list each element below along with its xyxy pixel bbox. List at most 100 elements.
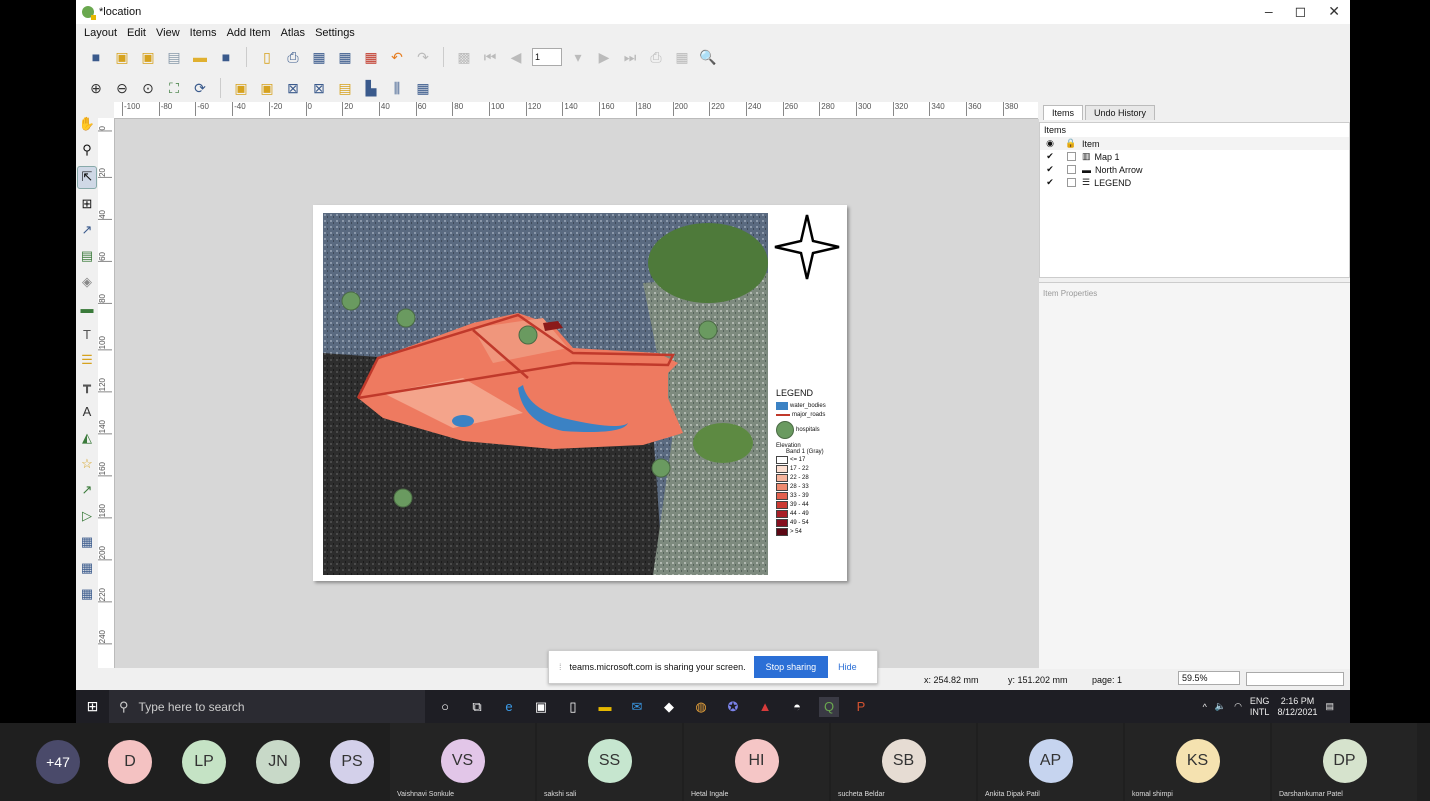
layout-canvas[interactable]: LEGEND water_bodies major_roads hospital…	[115, 119, 1039, 668]
visibility-check[interactable]: ✔	[1040, 151, 1060, 162]
visibility-check[interactable]: ✔	[1040, 177, 1060, 188]
list-item[interactable]: ✔ ☰ LEGEND	[1040, 176, 1349, 189]
mail-icon[interactable]: ✉	[627, 697, 647, 717]
edit-nodes-icon[interactable]: ↗	[78, 220, 96, 241]
add-html-icon[interactable]: ▦	[78, 531, 96, 552]
atlas-export-icon[interactable]: ▦	[672, 47, 692, 67]
participant-tile[interactable]: SS sakshi sali	[537, 723, 682, 801]
menu-layout[interactable]: Layout	[84, 27, 117, 39]
export-svg-icon[interactable]: ▦	[335, 47, 355, 67]
volume-icon[interactable]: 🔈	[1215, 701, 1226, 712]
feedback-icon[interactable]: ◆	[659, 697, 679, 717]
add-map-icon[interactable]: ▤	[78, 246, 96, 267]
wifi-icon[interactable]: ◠	[1234, 701, 1242, 712]
list-item[interactable]: ✔ ▬ North Arrow	[1040, 163, 1349, 176]
atlas-preview-icon[interactable]: ▩	[454, 47, 474, 67]
layout-manager-icon[interactable]: ▤	[164, 47, 184, 67]
tab-undo-history[interactable]: Undo History	[1085, 105, 1156, 120]
file-explorer-icon[interactable]: ▬	[595, 697, 615, 717]
previous-feature-icon[interactable]: ◀	[506, 47, 526, 67]
add-fixed-table-icon[interactable]: ▦	[78, 583, 96, 604]
lock-items-icon[interactable]: ▣	[231, 78, 251, 98]
cortana-icon[interactable]: ○	[435, 697, 455, 717]
lock-checkbox[interactable]	[1066, 165, 1076, 174]
add-north-arrow-icon[interactable]: A	[78, 401, 96, 422]
unlock-items-icon[interactable]: ▣	[257, 78, 277, 98]
dropdown-icon[interactable]: ▾	[568, 47, 588, 67]
app-icon[interactable]: ▲	[755, 697, 775, 717]
menu-items[interactable]: Items	[190, 27, 217, 39]
maximize-button[interactable]: ◻	[1295, 3, 1307, 20]
refresh-icon[interactable]: ⟳	[190, 78, 210, 98]
stop-sharing-button[interactable]: Stop sharing	[753, 656, 829, 678]
first-feature-icon[interactable]: ⏮	[480, 47, 500, 67]
windows-start-icon[interactable]: ⊞	[76, 698, 109, 715]
ungroup-items-icon[interactable]: ⊠	[309, 78, 329, 98]
map-item[interactable]	[323, 213, 768, 575]
menu-settings[interactable]: Settings	[315, 27, 355, 39]
print-icon[interactable]: ⎙	[283, 47, 303, 67]
more-participants[interactable]: +47	[36, 740, 80, 784]
participant-tile[interactable]: VS Vaishnavi Sonkule	[390, 723, 535, 801]
atlas-print-icon[interactable]: ⎙	[646, 47, 666, 67]
add-polygon-icon[interactable]: ▷	[78, 505, 96, 526]
add-3d-map-icon[interactable]: ◈	[78, 272, 96, 293]
resize-items-icon[interactable]: ▦	[413, 78, 433, 98]
move-content-icon[interactable]: ⊞	[78, 194, 96, 215]
tab-items[interactable]: Items	[1043, 105, 1084, 120]
avatar[interactable]: PS	[330, 740, 374, 784]
participant-tile[interactable]: KS komal shimpi	[1125, 723, 1270, 801]
visibility-check[interactable]: ✔	[1040, 164, 1060, 175]
clock[interactable]: 2:16 PM 8/12/2021	[1277, 696, 1317, 718]
open-template-icon[interactable]: ▬	[190, 47, 210, 67]
hide-button[interactable]: Hide	[838, 662, 857, 672]
layout-page[interactable]: LEGEND water_bodies major_roads hospital…	[313, 205, 847, 581]
align-items-icon[interactable]: ▙	[361, 78, 381, 98]
group-items-icon[interactable]: ⊠	[283, 78, 303, 98]
add-attribute-table-icon[interactable]: ▦	[78, 557, 96, 578]
menu-add-item[interactable]: Add Item	[227, 27, 271, 39]
minimize-button[interactable]: –	[1265, 3, 1273, 20]
menu-edit[interactable]: Edit	[127, 27, 146, 39]
new-layout-icon[interactable]: ▣	[112, 47, 132, 67]
save-template-icon[interactable]: ■	[216, 47, 236, 67]
list-item[interactable]: ✔ ▥ Map 1	[1040, 150, 1349, 163]
add-arrow-icon[interactable]: ↗	[78, 479, 96, 500]
avatar[interactable]: LP	[182, 740, 226, 784]
redo-icon[interactable]: ↷	[413, 47, 433, 67]
close-button[interactable]: ✕	[1328, 3, 1340, 20]
last-feature-icon[interactable]: ⏭	[620, 47, 640, 67]
save-icon[interactable]: ■	[86, 47, 106, 67]
lock-checkbox[interactable]	[1066, 152, 1076, 161]
teams-icon[interactable]: ✪	[723, 697, 743, 717]
tray-overflow-icon[interactable]: ^	[1203, 702, 1207, 712]
participant-tile[interactable]: HI Hetal Ingale	[684, 723, 829, 801]
store-icon[interactable]: ▣	[531, 697, 551, 717]
drag-handle-icon[interactable]: ⁞	[559, 662, 562, 672]
task-view-icon[interactable]: ⧉	[467, 697, 487, 717]
zoom-100-icon[interactable]: ⊙	[138, 78, 158, 98]
powerpoint-icon[interactable]: P	[851, 697, 871, 717]
duplicate-layout-icon[interactable]: ▣	[138, 47, 158, 67]
zoom-tool-icon[interactable]: ⚲	[78, 140, 96, 161]
language-indicator[interactable]: ENG INTL	[1250, 696, 1270, 718]
add-marker-icon[interactable]: ☆	[78, 453, 96, 474]
page-setup-icon[interactable]: ▯	[257, 47, 277, 67]
app2-icon[interactable]: ◓	[787, 697, 807, 717]
pan-icon[interactable]: ✋	[78, 114, 96, 135]
select-move-icon[interactable]: ⇱	[77, 165, 97, 189]
export-image-icon[interactable]: ▦	[309, 47, 329, 67]
add-scale-bar-icon[interactable]: ┳	[78, 376, 96, 397]
atlas-page-field[interactable]: 1	[532, 48, 562, 66]
next-feature-icon[interactable]: ▶	[594, 47, 614, 67]
notifications-icon[interactable]: ▤	[1325, 701, 1334, 712]
zoom-full-icon[interactable]: ⛶	[164, 78, 184, 98]
zoom-out-icon[interactable]: ⊖	[112, 78, 132, 98]
participant-tile[interactable]: AP Ankita Dipak Patil	[978, 723, 1123, 801]
edge-icon[interactable]: e	[499, 697, 519, 717]
lock-checkbox[interactable]	[1066, 178, 1076, 187]
distribute-items-icon[interactable]: ⫼	[387, 78, 407, 98]
undo-icon[interactable]: ↶	[387, 47, 407, 67]
file-icon[interactable]: ▯	[563, 697, 583, 717]
avatar[interactable]: JN	[256, 740, 300, 784]
